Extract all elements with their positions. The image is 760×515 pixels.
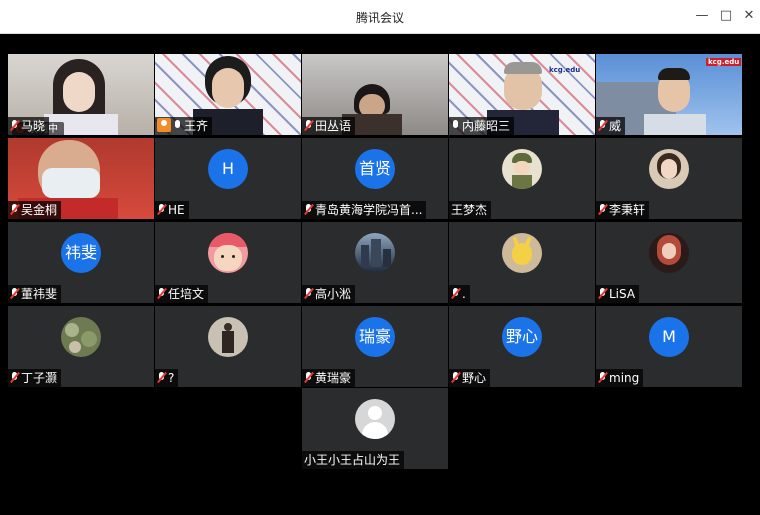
participant-name: 王梦杰: [449, 201, 492, 219]
mic-muted-icon: [598, 119, 608, 132]
participant-name: 李秉轩: [596, 201, 650, 219]
participant-name: 青岛黄海学院冯首...: [302, 201, 427, 219]
mic-muted-icon: [157, 371, 167, 384]
avatar: [208, 233, 248, 273]
video-grid: 录制中 马晓 王齐 田丛语 kcg.edu 内藤昭三 kcg.edu 威 吴金桐: [0, 34, 760, 515]
participant-tile[interactable]: 任培文: [155, 222, 301, 303]
mic-muted-icon: [304, 287, 314, 300]
participant-name: 吴金桐: [8, 201, 62, 219]
avatar: [208, 317, 248, 357]
participant-name: 野心: [449, 369, 491, 387]
minimize-button[interactable]: —: [692, 7, 712, 25]
avatar: 祎斐: [61, 233, 101, 273]
mic-muted-icon: [157, 203, 167, 216]
mic-muted-icon: [10, 287, 20, 300]
participant-tile[interactable]: 野心 野心: [449, 306, 595, 387]
participant-name: .: [449, 285, 470, 303]
mic-muted-icon: [451, 371, 461, 384]
avatar: 野心: [502, 317, 542, 357]
participant-name: ?: [155, 369, 179, 387]
participant-name: LiSA: [596, 285, 640, 303]
participant-name: 黄瑞豪: [302, 369, 356, 387]
brand-logo: kcg.edu: [706, 58, 742, 66]
mic-muted-icon: [598, 287, 608, 300]
participant-name: 高小淞: [302, 285, 356, 303]
avatar: [502, 233, 542, 273]
mic-muted-icon: [10, 371, 20, 384]
participant-name: 威: [596, 117, 626, 135]
avatar: [649, 233, 689, 273]
participant-tile[interactable]: 录制中 马晓: [8, 54, 154, 135]
participant-tile[interactable]: 首贤 青岛黄海学院冯首...: [302, 138, 448, 219]
participant-tile[interactable]: 祎斐 董祎斐: [8, 222, 154, 303]
avatar: 首贤: [355, 149, 395, 189]
participant-name: 马晓: [8, 117, 50, 135]
mic-on-icon: [173, 120, 182, 131]
participant-tile[interactable]: kcg.edu 威: [596, 54, 742, 135]
participant-tile[interactable]: 小王小王占山为王: [302, 388, 448, 469]
participant-tile[interactable]: 丁子灏: [8, 306, 154, 387]
participant-name: 田丛语: [302, 117, 356, 135]
avatar: [355, 233, 395, 273]
mic-on-icon: [451, 120, 460, 131]
participant-name: HE: [155, 201, 189, 219]
host-icon: [157, 118, 171, 132]
mic-muted-icon: [10, 203, 20, 216]
mic-muted-icon: [304, 203, 314, 216]
mic-muted-icon: [304, 371, 314, 384]
avatar: 瑞豪: [355, 317, 395, 357]
participant-name: 王齐: [155, 117, 213, 135]
mic-muted-icon: [598, 203, 608, 216]
participant-name: 董祎斐: [8, 285, 62, 303]
close-button[interactable]: ✕: [739, 7, 759, 25]
participant-tile[interactable]: H HE: [155, 138, 301, 219]
avatar: M: [649, 317, 689, 357]
participant-name: 任培文: [155, 285, 209, 303]
participant-tile[interactable]: kcg.edu 内藤昭三: [449, 54, 595, 135]
default-avatar-icon: [355, 399, 395, 439]
participant-tile[interactable]: 瑞豪 黄瑞豪: [302, 306, 448, 387]
title-bar: 腾讯会议 — □ ✕: [0, 0, 760, 34]
participant-tile[interactable]: M ming: [596, 306, 742, 387]
participant-name: 丁子灏: [8, 369, 62, 387]
participant-tile[interactable]: 王梦杰: [449, 138, 595, 219]
participant-tile[interactable]: 高小淞: [302, 222, 448, 303]
participant-tile[interactable]: 吴金桐: [8, 138, 154, 219]
window-title: 腾讯会议: [355, 11, 404, 25]
participant-tile[interactable]: .: [449, 222, 595, 303]
participant-tile[interactable]: ?: [155, 306, 301, 387]
avatar: [649, 149, 689, 189]
participant-tile[interactable]: LiSA: [596, 222, 742, 303]
avatar: [502, 149, 542, 189]
participant-tile[interactable]: 李秉轩: [596, 138, 742, 219]
avatar: H: [208, 149, 248, 189]
participant-tile[interactable]: 王齐: [155, 54, 301, 135]
maximize-button[interactable]: □: [716, 7, 736, 25]
mic-muted-icon: [10, 119, 20, 132]
participant-name: 内藤昭三: [449, 117, 515, 135]
mic-muted-icon: [451, 287, 461, 300]
avatar: [61, 317, 101, 357]
participant-name: ming: [596, 369, 644, 387]
mic-muted-icon: [304, 119, 314, 132]
brand-logo: kcg.edu: [549, 66, 581, 74]
mic-muted-icon: [157, 287, 167, 300]
participant-tile[interactable]: 田丛语: [302, 54, 448, 135]
participant-name: 小王小王占山为王: [302, 451, 405, 469]
mic-muted-icon: [598, 371, 608, 384]
